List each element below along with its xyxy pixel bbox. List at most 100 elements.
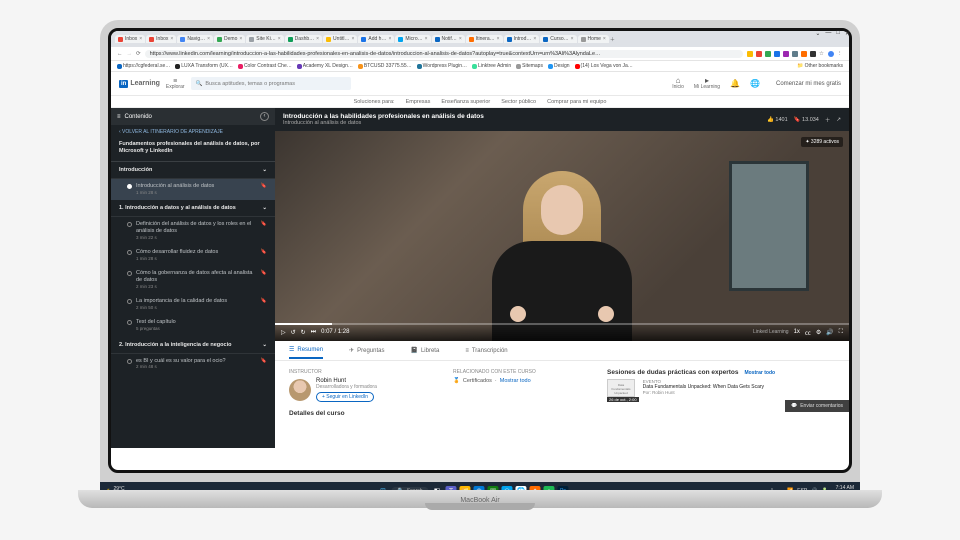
extension-icon[interactable] bbox=[774, 51, 780, 57]
speed-button[interactable]: 1x bbox=[794, 329, 800, 335]
bookmark-icon[interactable]: 🔖 bbox=[261, 298, 267, 304]
learning-path-title[interactable]: Fundamentos profesionales del análisis d… bbox=[111, 139, 275, 162]
close-icon[interactable]: ✕ bbox=[845, 31, 849, 37]
add-icon[interactable]: ＋ bbox=[825, 116, 831, 124]
nav-notifications[interactable]: 🔔 bbox=[730, 80, 740, 88]
bookmark[interactable]: Design bbox=[548, 63, 570, 69]
start-trial-link[interactable]: Comenzar mi mes gratis bbox=[776, 81, 841, 87]
brand-logo[interactable]: inLearning bbox=[119, 80, 160, 88]
close-icon[interactable]: × bbox=[459, 36, 462, 42]
bookmark-icon[interactable]: 🔖 bbox=[261, 358, 267, 364]
section-introduction[interactable]: Introducción⌄ bbox=[111, 162, 275, 179]
play-icon[interactable]: ▷ bbox=[281, 329, 286, 336]
extension-icon[interactable] bbox=[792, 51, 798, 57]
save-count[interactable]: 🔖 13.034 bbox=[794, 117, 819, 123]
bookmark[interactable]: Color Contrast Che… bbox=[238, 63, 292, 69]
tab-notebook[interactable]: 📓Libreta bbox=[410, 343, 439, 358]
nav-forward-icon[interactable]: → bbox=[127, 51, 133, 57]
share-icon[interactable]: ↗ bbox=[836, 117, 841, 123]
nav-back-icon[interactable]: ← bbox=[117, 51, 123, 57]
next-icon[interactable]: ⏭ bbox=[311, 329, 316, 336]
browser-tab[interactable]: Notif…× bbox=[432, 35, 465, 43]
close-icon[interactable]: × bbox=[316, 36, 319, 42]
extension-icon[interactable] bbox=[810, 51, 816, 57]
extension-icon[interactable] bbox=[747, 51, 753, 57]
bookmark[interactable]: Academy XL Design… bbox=[297, 63, 353, 69]
close-icon[interactable]: × bbox=[278, 36, 281, 42]
browser-tab[interactable]: Home× bbox=[578, 35, 609, 43]
close-icon[interactable]: × bbox=[207, 36, 210, 42]
browser-tab[interactable]: Demo× bbox=[214, 35, 245, 43]
browser-tab[interactable]: Curso…× bbox=[540, 35, 576, 43]
browser-tab[interactable]: Navig…× bbox=[177, 35, 213, 43]
search-input[interactable]: 🔍 Busca aptitudes, temas o programas bbox=[191, 77, 351, 90]
forward-icon[interactable]: ↻ bbox=[301, 329, 306, 336]
extension-icon[interactable] bbox=[765, 51, 771, 57]
hamburger-icon[interactable]: ≡ bbox=[117, 114, 121, 120]
settings-icon[interactable]: ⚙ bbox=[816, 329, 821, 336]
follow-button[interactable]: + Seguir en LinkedIn bbox=[316, 392, 374, 402]
tab-transcript[interactable]: ≡Transcripción bbox=[465, 344, 507, 358]
close-icon[interactable]: × bbox=[351, 36, 354, 42]
rewind-icon[interactable]: ↺ bbox=[291, 329, 296, 336]
other-bookmarks[interactable]: 📁 Other bookmarks bbox=[797, 63, 843, 69]
like-count[interactable]: 👍 1401 bbox=[767, 117, 788, 123]
subnav-item[interactable]: Sector público bbox=[501, 99, 536, 105]
close-icon[interactable]: × bbox=[170, 36, 173, 42]
browser-tab[interactable]: Dashb…× bbox=[285, 35, 322, 43]
subnav-item[interactable]: Enseñanza superior bbox=[441, 99, 490, 105]
profile-icon[interactable] bbox=[828, 51, 834, 57]
lesson-item[interactable]: es BI y cuál es su valor para el ocio?2 … bbox=[111, 354, 275, 375]
lesson-item[interactable]: Definición del análisis de datos y los r… bbox=[111, 217, 275, 245]
bookmark[interactable]: (14) Los Vega von Ja… bbox=[575, 63, 633, 69]
lesson-item[interactable]: Cómo desarrollar fluidez de datos1 min 2… bbox=[111, 245, 275, 266]
lesson-item[interactable]: La importancia de la calidad de datos2 m… bbox=[111, 294, 275, 315]
bookmark[interactable]: BTCUSD 33775.55… bbox=[358, 63, 412, 69]
nav-home[interactable]: ⌂Inicio bbox=[672, 77, 684, 90]
send-feedback-button[interactable]: 💬Enviar comentarios bbox=[785, 400, 849, 412]
volume-icon[interactable]: 🔊 bbox=[826, 329, 833, 336]
bookmark-icon[interactable]: 🔖 bbox=[261, 221, 267, 227]
browser-tab[interactable]: Inbox× bbox=[146, 35, 176, 43]
event-card[interactable]: Data Fundamentals Unpacked 26 de oct., 2… bbox=[607, 379, 835, 402]
browser-tab[interactable]: Add h…× bbox=[358, 35, 394, 43]
nav-lang[interactable]: 🌐 bbox=[750, 80, 760, 88]
close-icon[interactable]: × bbox=[388, 36, 391, 42]
browser-tab[interactable]: Inbox× bbox=[115, 35, 145, 43]
bookmark[interactable]: Sitemaps bbox=[516, 63, 543, 69]
fullscreen-icon[interactable]: ⛶ bbox=[839, 329, 843, 336]
browser-tab[interactable]: Micro…× bbox=[395, 35, 430, 43]
bookmark-icon[interactable]: 🔖 bbox=[261, 270, 267, 276]
close-icon[interactable]: × bbox=[139, 36, 142, 42]
bookmark[interactable]: https://cgfederal.se… bbox=[117, 63, 170, 69]
close-icon[interactable]: × bbox=[497, 36, 500, 42]
lesson-item[interactable]: Introducción al análisis de datos1 min 2… bbox=[111, 179, 275, 200]
extension-icon[interactable] bbox=[801, 51, 807, 57]
kebab-menu-icon[interactable]: ⋮ bbox=[837, 51, 843, 57]
close-icon[interactable]: × bbox=[239, 36, 242, 42]
nav-mylearning[interactable]: ▸Mi Learning bbox=[694, 77, 720, 90]
subnav-item[interactable]: Comprar para mi equipo bbox=[547, 99, 606, 105]
bookmark[interactable]: LUXA Transform (UX… bbox=[175, 63, 233, 69]
captions-icon[interactable]: ㏄ bbox=[805, 328, 811, 337]
tab-overview[interactable]: ☰Resumen bbox=[289, 342, 323, 359]
browser-tab[interactable]: Itinera…× bbox=[466, 35, 503, 43]
browser-tab[interactable]: Untitl…× bbox=[323, 35, 357, 43]
subnav-item[interactable]: Empresas bbox=[406, 99, 431, 105]
reload-icon[interactable]: ⟳ bbox=[136, 51, 141, 57]
avatar[interactable] bbox=[289, 379, 311, 401]
close-icon[interactable]: × bbox=[571, 36, 574, 42]
tab-questions[interactable]: ✈Preguntas bbox=[349, 343, 384, 358]
browser-tab[interactable]: Introd…× bbox=[504, 35, 540, 43]
collapse-sidebar-icon[interactable]: ‹ bbox=[260, 112, 269, 121]
back-to-path-link[interactable]: ‹ VOLVER AL ITINERARIO DE APRENDIZAJE bbox=[111, 125, 275, 139]
close-icon[interactable]: × bbox=[533, 36, 536, 42]
close-icon[interactable]: × bbox=[425, 36, 428, 42]
section-1[interactable]: 1. Introducción a datos y al análisis de… bbox=[111, 200, 275, 217]
chevron-down-icon[interactable]: ⌄ bbox=[815, 31, 820, 37]
show-all-link[interactable]: Mostrar todo bbox=[500, 378, 531, 384]
bookmark-icon[interactable]: 🔖 bbox=[261, 249, 267, 255]
bookmark[interactable]: Linktree Admin bbox=[472, 63, 511, 69]
browser-tab[interactable]: Site Ki…× bbox=[246, 35, 283, 43]
bookmark-icon[interactable]: 🔖 bbox=[261, 183, 267, 189]
